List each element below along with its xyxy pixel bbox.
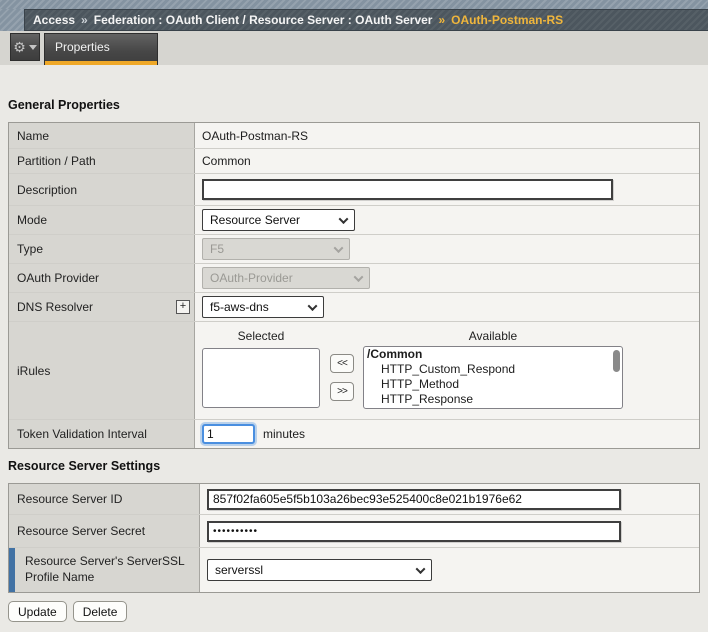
action-buttons: Update Delete — [8, 601, 127, 622]
table-row-dns-resolver: DNS Resolver + f5-aws-dns — [9, 292, 699, 321]
breadcrumb-separator: » — [81, 13, 88, 27]
resource-settings-heading: Resource Server Settings — [8, 459, 160, 473]
irules-move-left-button[interactable]: << — [330, 354, 354, 373]
table-row-token-validation: Token Validation Interval minutes — [9, 419, 699, 448]
name-value: OAuth-Postman-RS — [195, 123, 699, 148]
serverssl-profile-select-value: serverssl — [215, 563, 263, 577]
chevron-down-icon — [339, 214, 349, 224]
token-validation-unit: minutes — [263, 427, 305, 441]
partition-label: Partition / Path — [9, 149, 195, 173]
partition-value: Common — [195, 149, 699, 173]
irules-move-right-button[interactable]: >> — [330, 382, 354, 401]
breadcrumb-separator: » — [438, 13, 445, 27]
token-validation-label: Token Validation Interval — [9, 420, 195, 448]
mode-label: Mode — [9, 206, 195, 234]
resource-secret-input[interactable] — [207, 521, 621, 542]
chevron-down-icon — [354, 272, 364, 282]
table-row-partition: Partition / Path Common — [9, 148, 699, 173]
table-row-name: Name OAuth-Postman-RS — [9, 123, 699, 148]
mode-select[interactable]: Resource Server — [202, 209, 355, 231]
dns-resolver-label: DNS Resolver + — [9, 293, 195, 321]
irules-available-option[interactable]: HTTP_Response — [364, 392, 622, 407]
oauth-provider-select: OAuth-Provider — [202, 267, 370, 289]
irules-available-listbox[interactable]: /Common HTTP_Custom_Respond HTTP_Method … — [363, 346, 623, 409]
irules-selected-header: Selected — [202, 329, 320, 343]
resource-id-label: Resource Server ID — [9, 484, 200, 514]
chevron-down-icon — [334, 243, 344, 253]
general-properties-heading: General Properties — [8, 98, 120, 112]
description-input[interactable] — [202, 179, 613, 200]
general-properties-table: Name OAuth-Postman-RS Partition / Path C… — [8, 122, 700, 449]
dns-resolver-select[interactable]: f5-aws-dns — [202, 296, 324, 318]
table-row-oauth-provider: OAuth Provider OAuth-Provider — [9, 263, 699, 292]
header-stripe — [0, 0, 708, 9]
update-button[interactable]: Update — [8, 601, 67, 622]
table-row-mode: Mode Resource Server — [9, 205, 699, 234]
description-label: Description — [9, 174, 195, 205]
resource-secret-label: Resource Server Secret — [9, 515, 200, 547]
table-row-type: Type F5 — [9, 234, 699, 263]
resource-settings-table: Resource Server ID Resource Server Secre… — [8, 483, 700, 593]
type-select: F5 — [202, 238, 350, 260]
serverssl-profile-label: Resource Server's ServerSSL Profile Name — [9, 548, 200, 592]
breadcrumb-path-link[interactable]: Federation : OAuth Client / Resource Ser… — [94, 13, 433, 27]
breadcrumb: Access » Federation : OAuth Client / Res… — [24, 9, 708, 31]
tab-properties-label: Properties — [45, 34, 157, 54]
table-row-resource-id: Resource Server ID — [9, 484, 699, 514]
serverssl-profile-select[interactable]: serverssl — [207, 559, 432, 581]
table-row-irules: iRules Selected Available << >> /Common … — [9, 321, 699, 419]
menu-gear-button[interactable]: ⚙ — [10, 33, 40, 61]
gear-icon: ⚙ — [13, 40, 26, 54]
resource-id-input[interactable] — [207, 489, 621, 510]
breadcrumb-current-item: OAuth-Postman-RS — [451, 13, 563, 27]
changed-field-indicator — [9, 548, 15, 592]
token-validation-input[interactable] — [202, 424, 255, 444]
dns-resolver-expand-button[interactable]: + — [176, 300, 190, 314]
chevron-down-icon — [29, 45, 37, 50]
chevron-down-icon — [416, 564, 426, 574]
irules-available-option[interactable]: /Common — [364, 347, 622, 362]
tab-properties[interactable]: Properties — [44, 33, 158, 65]
type-label: Type — [9, 235, 195, 263]
irules-label: iRules — [9, 322, 195, 419]
irules-selected-listbox[interactable] — [202, 348, 320, 408]
type-select-value: F5 — [210, 242, 224, 256]
irules-available-header: Available — [363, 329, 623, 343]
name-label: Name — [9, 123, 195, 148]
irules-available-option[interactable]: HTTP_Method — [364, 377, 622, 392]
delete-button[interactable]: Delete — [73, 601, 128, 622]
table-row-serverssl-profile: Resource Server's ServerSSL Profile Name… — [9, 547, 699, 592]
table-row-resource-secret: Resource Server Secret — [9, 514, 699, 547]
chevron-down-icon — [308, 301, 318, 311]
mode-select-value: Resource Server — [210, 213, 300, 227]
breadcrumb-access-link[interactable]: Access — [33, 13, 75, 27]
irules-available-option[interactable]: HTTP_Custom_Respond — [364, 362, 622, 377]
dns-resolver-select-value: f5-aws-dns — [210, 300, 269, 314]
f5-admin-screen: Access » Federation : OAuth Client / Res… — [0, 0, 708, 632]
scrollbar-thumb[interactable] — [613, 350, 620, 372]
active-tab-indicator — [45, 61, 157, 65]
table-row-description: Description — [9, 173, 699, 205]
oauth-provider-label: OAuth Provider — [9, 264, 195, 292]
oauth-provider-select-value: OAuth-Provider — [210, 271, 293, 285]
tab-bar: ⚙ Properties — [0, 31, 708, 65]
